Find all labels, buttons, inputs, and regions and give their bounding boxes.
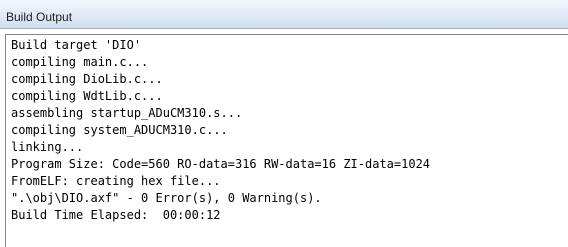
build-output-window: Build Output Build target 'DIO' compilin… [0, 0, 568, 247]
panel-title: Build Output [6, 10, 73, 24]
output-line: linking... [11, 140, 84, 154]
output-line: ".\obj\DIO.axf" - 0 Error(s), 0 Warning(… [11, 191, 322, 205]
build-output-title-bar[interactable]: Build Output [0, 0, 568, 29]
output-line: compiling WdtLib.c... [11, 89, 163, 103]
output-line: assembling startup_ADuCM310.s... [11, 106, 243, 120]
output-line: compiling DioLib.c... [11, 72, 163, 86]
build-output-text-area[interactable]: Build target 'DIO' compiling main.c... c… [5, 34, 568, 247]
output-line: Build Time Elapsed: 00:00:12 [11, 208, 221, 222]
output-line-list: Build target 'DIO' compiling main.c... c… [11, 37, 430, 224]
output-line: compiling system_ADUCM310.c... [11, 123, 228, 137]
output-line: Build target 'DIO' [11, 38, 142, 52]
output-line: compiling main.c... [11, 55, 149, 69]
output-line: FromELF: creating hex file... [11, 174, 221, 188]
output-line: Program Size: Code=560 RO-data=316 RW-da… [11, 157, 431, 171]
